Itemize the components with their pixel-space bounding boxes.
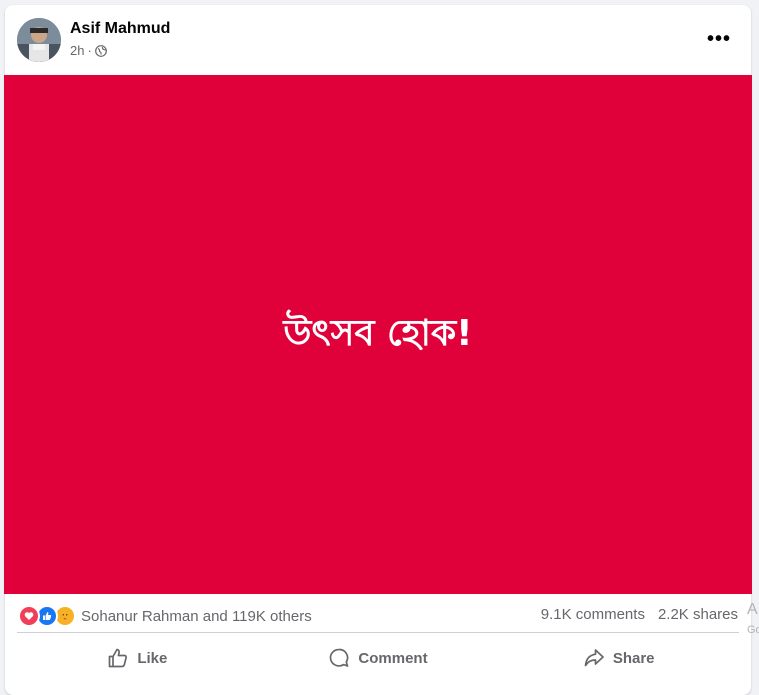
share-button[interactable]: Share (498, 636, 739, 680)
meta-separator: · (87, 43, 92, 58)
thumbs-up-icon (107, 647, 129, 669)
like-label: Like (137, 649, 168, 667)
share-arrow-icon (583, 647, 605, 669)
action-bar: Like Comment Share (17, 636, 739, 680)
comment-button[interactable]: Comment (258, 636, 499, 680)
avatar[interactable] (17, 18, 61, 62)
globe-icon (94, 44, 107, 57)
reactions-text[interactable]: Sohanur Rahman and 119K others (81, 608, 312, 625)
like-button[interactable]: Like (17, 636, 258, 680)
post-stats: Sohanur Rahman and 119K others 9.1K comm… (5, 595, 751, 635)
comments-count[interactable]: 9.1K comments (541, 606, 645, 623)
shares-count[interactable]: 2.2K shares (658, 606, 738, 623)
engagement-counts: 9.1K comments 2.2K shares (541, 606, 738, 623)
more-options-button[interactable]: ••• (701, 21, 737, 57)
comment-bubble-icon (328, 647, 350, 669)
divider (17, 632, 739, 633)
comment-label: Comment (358, 649, 428, 667)
post-card: Asif Mahmud 2h · ••• উৎসব হোক! Sohanur R… (4, 5, 752, 695)
love-icon (18, 605, 40, 627)
offscreen-text-fragment: A (747, 601, 758, 618)
avatar-photo (17, 18, 61, 62)
reactions-summary[interactable]: Sohanur Rahman and 119K others (18, 605, 312, 627)
post-image-text: উৎসব হোক! (283, 312, 473, 354)
author-name[interactable]: Asif Mahmud (70, 20, 170, 38)
offscreen-text-fragment-2: Go (747, 624, 759, 636)
post-time[interactable]: 2h (70, 43, 84, 58)
post-header: Asif Mahmud 2h · ••• (5, 5, 751, 75)
share-label: Share (612, 649, 655, 667)
post-meta: 2h · (70, 43, 107, 58)
post-image[interactable]: উৎসব হোক! (4, 75, 752, 594)
